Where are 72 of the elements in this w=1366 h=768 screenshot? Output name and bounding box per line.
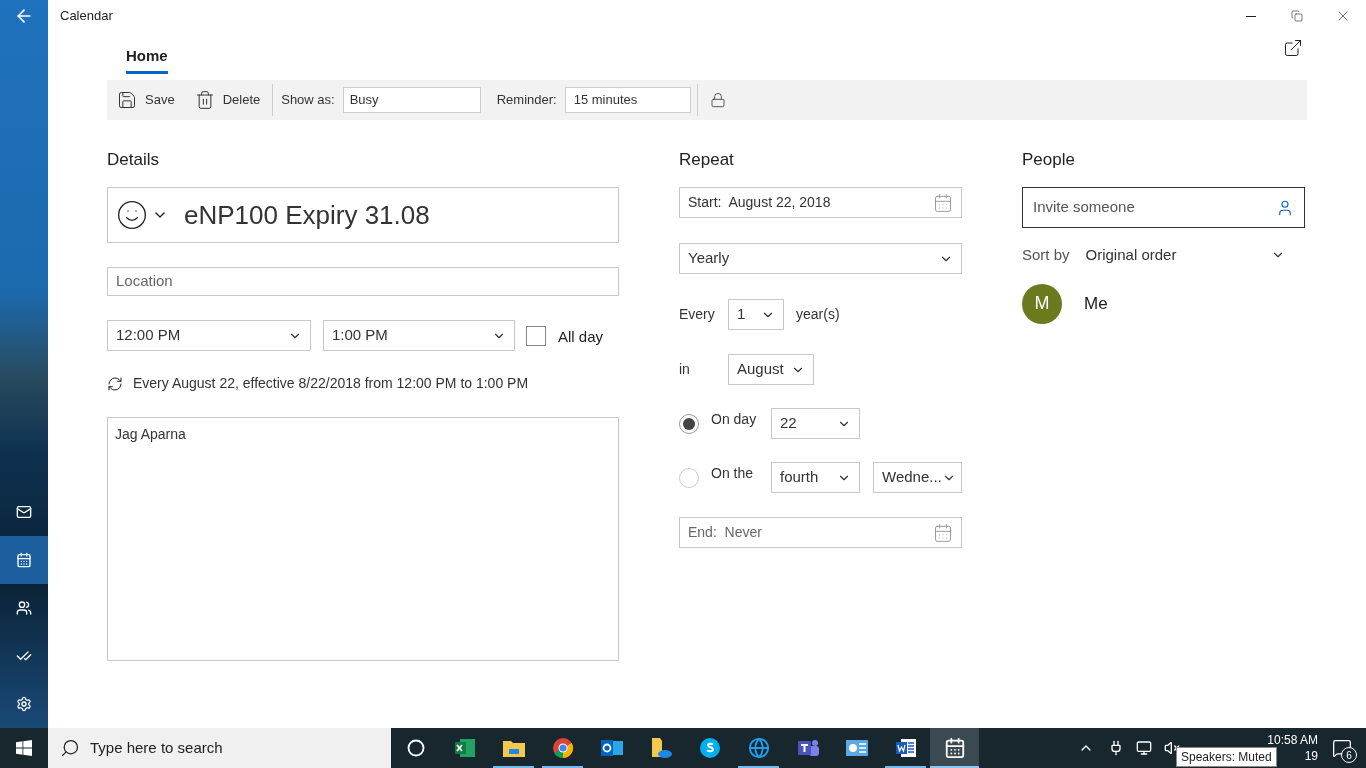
- notification-icon: [1332, 738, 1352, 758]
- settings-icon: [16, 696, 32, 712]
- start-date-field[interactable]: Start: August 22, 2018: [679, 187, 962, 218]
- invite-field[interactable]: Invite someone: [1022, 187, 1305, 228]
- tab[interactable]: Home: [126, 44, 168, 74]
- avatar: M: [1022, 283, 1062, 324]
- search-field[interactable]: Type here to search: [48, 728, 391, 768]
- option-label: On the: [711, 464, 755, 483]
- taskbar-app[interactable]: [930, 728, 979, 768]
- option-select[interactable]: 22: [771, 408, 860, 439]
- document-app-icon[interactable]: [894, 737, 917, 759]
- show-as-label: Show as:: [281, 91, 335, 110]
- calendar-icon[interactable]: [943, 737, 966, 759]
- delete-button[interactable]: Delete: [186, 90, 269, 110]
- every-label: Every: [679, 305, 716, 324]
- section-heading: People: [1022, 149, 1076, 171]
- start-time-select[interactable]: 12:00 PM: [107, 320, 311, 351]
- browser-icon[interactable]: [551, 737, 574, 759]
- team-chat-icon[interactable]: [795, 737, 820, 759]
- reminder-field[interactable]: 15 minutes: [564, 87, 691, 113]
- sort-select[interactable]: Original order: [1085, 244, 1305, 267]
- person-icon: [1276, 198, 1294, 217]
- notification-button[interactable]: 6: [1318, 728, 1366, 768]
- mail-app-icon[interactable]: [599, 737, 624, 759]
- people-icon: [16, 600, 32, 616]
- search-icon: [60, 738, 80, 758]
- option-select[interactable]: fourth: [771, 462, 860, 493]
- trash-icon: [194, 90, 215, 110]
- show-as-field[interactable]: Busy: [342, 87, 481, 113]
- section-heading: Details: [107, 149, 160, 171]
- windows-logo-icon: [16, 740, 32, 756]
- unit-label: year(s): [796, 305, 840, 324]
- chat-app-icon[interactable]: [698, 737, 721, 759]
- month-select[interactable]: August: [728, 354, 814, 385]
- repeat-icon: [107, 375, 123, 392]
- calendar-icon: [933, 192, 953, 213]
- attendee-name: Me: [1084, 292, 1108, 315]
- end-date-field[interactable]: End: Never: [679, 517, 962, 548]
- option-label: On day: [711, 410, 758, 429]
- restore-icon: [1291, 10, 1303, 22]
- speaker-muted-icon[interactable]: [1164, 740, 1180, 756]
- save-button[interactable]: Save: [117, 90, 187, 110]
- in-label: in: [679, 360, 691, 379]
- calendar-icon: [933, 522, 953, 543]
- interval-select[interactable]: 1: [728, 299, 784, 330]
- pattern-select[interactable]: Yearly: [679, 243, 962, 274]
- network-icon[interactable]: [1136, 740, 1152, 756]
- globe-icon[interactable]: [747, 737, 770, 759]
- popout-icon[interactable]: [1283, 38, 1303, 58]
- window-title: Calendar: [60, 7, 113, 26]
- section-heading: Repeat: [679, 149, 735, 171]
- option-select[interactable]: Wedne...: [873, 462, 962, 493]
- power-plug-icon[interactable]: [1108, 740, 1124, 756]
- sort-label: Sort by: [1022, 245, 1070, 265]
- all-day-checkbox[interactable]: [526, 325, 546, 346]
- title-field[interactable]: eNP100 Expiry 31.08: [107, 187, 619, 243]
- end-time-select[interactable]: 1:00 PM: [323, 320, 515, 351]
- smiley-icon[interactable]: [116, 199, 148, 231]
- spreadsheet-app-icon[interactable]: [453, 737, 476, 759]
- cortana-icon[interactable]: [406, 739, 425, 757]
- minimize-icon: [1246, 15, 1256, 17]
- all-day-label: All day: [558, 327, 604, 348]
- calendar-icon: [16, 552, 32, 568]
- recurrence-summary: Every August 22, effective 8/22/2018 from 12:00 PM to 1:00 PM: [133, 374, 529, 393]
- tooltip: Speakers: Muted: [1176, 747, 1277, 767]
- notification-count: 6: [1341, 747, 1357, 763]
- notes-field[interactable]: Jag Aparna: [107, 417, 619, 661]
- save-icon: [117, 90, 137, 110]
- lock-icon[interactable]: [709, 92, 726, 108]
- reminder-label: Reminder:: [496, 91, 557, 110]
- mail-icon: [16, 504, 32, 520]
- location-field[interactable]: Location: [107, 267, 619, 296]
